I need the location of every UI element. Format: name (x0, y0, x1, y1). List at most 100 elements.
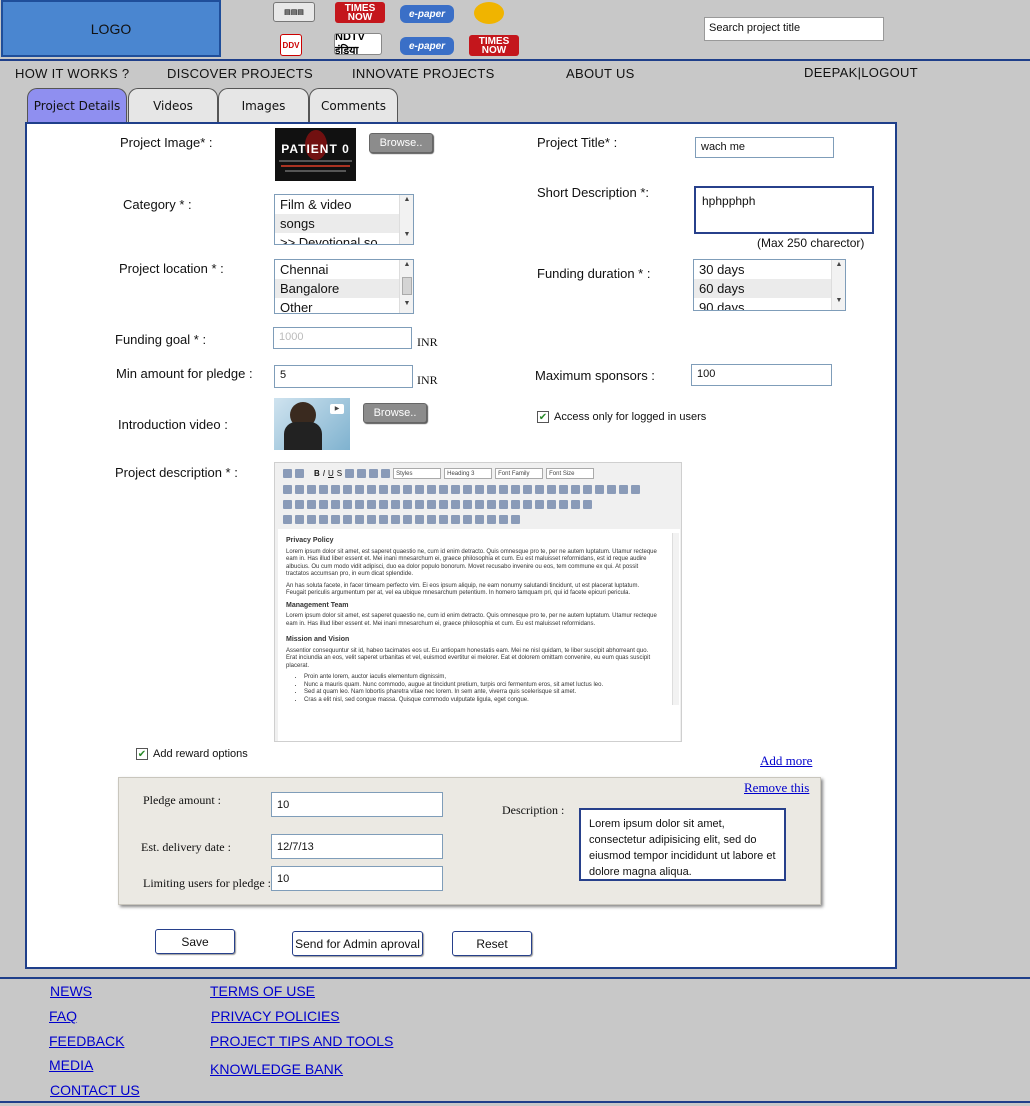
italic-icon[interactable]: I (323, 469, 325, 478)
align-left-icon[interactable] (345, 468, 355, 478)
add-reward-checkbox[interactable]: ✔ (136, 748, 148, 760)
nav-innovate-projects[interactable]: INNOVATE PROJECTS (352, 66, 495, 81)
editor-content[interactable]: Privacy Policy Lorem ipsum dolor sit ame… (278, 529, 680, 741)
max-sponsors-input[interactable]: 100 (691, 364, 832, 386)
editor-toolbar-row-3 (283, 497, 592, 511)
project-location-label: Project location * : (119, 261, 224, 276)
duration-scrollbar[interactable]: ▲ ▼ (831, 260, 845, 310)
new-doc-icon[interactable] (295, 468, 304, 478)
editor-heading: Privacy Policy (286, 537, 334, 544)
footer-link-privacy[interactable]: PRIVACY POLICIES (211, 1008, 340, 1024)
duration-option[interactable]: 30 days (694, 260, 845, 279)
delivery-date-input[interactable]: 12/7/13 (271, 834, 443, 859)
underline-icon[interactable]: U (328, 469, 334, 478)
editor-bullet: Sed at quam leo. Nam lobortis pharetra v… (304, 689, 660, 697)
add-more-link[interactable]: Add more (760, 753, 812, 769)
project-location-listbox[interactable]: Chennai Bangalore Other ▲ ▼ (274, 259, 414, 314)
send-admin-approval-button[interactable]: Send for Admin aproval (292, 931, 423, 956)
footer-divider-bottom (0, 1101, 1030, 1103)
footer-link-knowledge-bank[interactable]: KNOWLEDGE BANK (210, 1061, 343, 1077)
project-image-label: Project Image* : (120, 135, 213, 150)
reward-description-textarea[interactable]: Lorem ipsum dolor sit amet, consectetur … (579, 808, 786, 881)
footer-divider-top (0, 977, 1030, 979)
rich-text-editor[interactable]: B I U S Styles Heading 3 Font Family Fon… (274, 462, 682, 742)
media-logo-epaper[interactable]: e-paper (400, 5, 454, 23)
location-scrollbar[interactable]: ▲ ▼ (399, 260, 413, 313)
category-listbox[interactable]: Film & video songs >> Devotional so ▲ ▼ (274, 194, 414, 245)
short-description-label: Short Description *: (537, 185, 649, 200)
editor-paragraph: Assentior consequuntur sit id, habeo tac… (286, 647, 651, 669)
tab-images[interactable]: Images (218, 88, 309, 123)
reset-button[interactable]: Reset (452, 931, 532, 956)
search-input[interactable]: Search project title (704, 17, 884, 41)
site-logo[interactable]: LOGO (1, 0, 221, 57)
reward-description-label: Description : (502, 803, 565, 817)
align-justify-icon[interactable] (381, 468, 391, 478)
location-option[interactable]: Chennai (275, 260, 413, 279)
editor-toolbar-row-4 (283, 512, 520, 526)
category-option[interactable]: >> Devotional so (275, 233, 413, 244)
save-icon[interactable] (283, 468, 292, 478)
category-scrollbar[interactable]: ▲ ▼ (399, 195, 413, 244)
media-logo-newspaper[interactable]: ▤▤▤ (273, 2, 315, 22)
footer-link-faq[interactable]: FAQ (49, 1008, 77, 1024)
short-description-textarea[interactable]: hphpphph (694, 186, 874, 234)
nav-discover-projects[interactable]: DISCOVER PROJECTS (167, 66, 313, 81)
media-logo-times-now[interactable]: TIMES NOW (335, 2, 385, 23)
browse-video-button[interactable]: Browse.. (363, 403, 427, 423)
footer-link-news[interactable]: NEWS (50, 983, 92, 999)
add-reward-label: Add reward options (153, 748, 248, 760)
header-divider (0, 59, 1030, 61)
category-option-selected[interactable]: songs (275, 214, 413, 233)
location-option[interactable]: Other (275, 298, 413, 313)
category-option[interactable]: Film & video (275, 195, 413, 214)
tab-project-details[interactable]: Project Details (27, 88, 127, 123)
align-right-icon[interactable] (369, 468, 379, 478)
editor-scrollbar[interactable] (672, 533, 679, 705)
editor-bullet: Cras a elit nisl, sed congue massa. Quis… (304, 697, 660, 705)
nav-about-us[interactable]: ABOUT US (566, 66, 635, 81)
remove-reward-link[interactable]: Remove this (744, 780, 809, 796)
logged-in-checkbox[interactable]: ✔ (537, 411, 549, 423)
footer-link-terms[interactable]: TERMS OF USE (210, 983, 315, 999)
pledge-amount-input[interactable]: 10 (271, 792, 443, 817)
min-amount-input[interactable]: 5 (274, 365, 413, 388)
tab-comments[interactable]: Comments (309, 88, 398, 123)
editor-bullet: Nunc a mauris quam. Nunc commodo, augue … (304, 682, 660, 690)
media-logo-epaper-2[interactable]: e-paper (400, 37, 454, 55)
footer-link-media[interactable]: MEDIA (49, 1057, 93, 1073)
footer-link-feedback[interactable]: FEEDBACK (49, 1033, 124, 1049)
strike-icon[interactable]: S (337, 469, 342, 478)
media-logo-ndtv[interactable]: NDTV इंडिया (334, 33, 382, 55)
nav-user-logout[interactable]: DEEPAK|LOGOUT (804, 65, 918, 80)
max-sponsors-label: Maximum sponsors : (535, 368, 655, 383)
font-size-select[interactable]: Font Size (546, 467, 595, 479)
save-button[interactable]: Save (155, 929, 235, 954)
funding-duration-listbox[interactable]: 30 days 60 days 90 days ▲ ▼ (693, 259, 846, 311)
project-title-label: Project Title* : (537, 135, 618, 150)
bold-icon[interactable]: B (314, 469, 320, 478)
nav-how-it-works[interactable]: HOW IT WORKS ? (15, 66, 129, 81)
intro-video-label: Introduction video : (118, 417, 228, 432)
limiting-users-input[interactable]: 10 (271, 866, 443, 891)
font-family-select[interactable]: Font Family (495, 467, 544, 479)
project-title-input[interactable]: wach me (695, 137, 834, 158)
location-option-selected[interactable]: Bangalore (275, 279, 413, 298)
funding-goal-input[interactable]: 1000 (273, 327, 412, 349)
footer-link-project-tips[interactable]: PROJECT TIPS AND TOOLS (210, 1033, 393, 1049)
delivery-date-label: Est. delivery date : (141, 840, 231, 854)
media-logo-times-now-2[interactable]: TIMES NOW (469, 35, 519, 56)
media-logo-ddv[interactable]: DDV (280, 34, 302, 56)
duration-option[interactable]: 90 days (694, 298, 845, 310)
duration-option-selected[interactable]: 60 days (694, 279, 845, 298)
editor-toolbar-row-2 (283, 482, 640, 496)
align-center-icon[interactable] (357, 468, 367, 478)
heading-select[interactable]: Heading 3 (444, 467, 493, 479)
footer-link-contact[interactable]: CONTACT US (50, 1082, 140, 1098)
media-logo-circle[interactable] (474, 2, 504, 24)
styles-select[interactable]: Styles (393, 467, 442, 479)
tab-videos[interactable]: Videos (128, 88, 218, 123)
funding-goal-currency: INR (417, 335, 438, 349)
browse-image-button[interactable]: Browse.. (369, 133, 433, 153)
pledge-amount-label: Pledge amount : (143, 793, 221, 807)
